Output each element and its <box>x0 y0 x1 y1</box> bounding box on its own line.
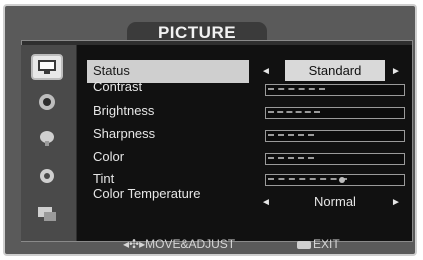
sidebar-item-setup[interactable] <box>31 163 63 189</box>
menu-title: PICTURE <box>127 22 267 42</box>
exit-hint: EXIT <box>297 237 340 251</box>
exit-icon <box>297 240 311 249</box>
color-temperature-label: Color Temperature <box>93 186 201 201</box>
tint-thumb[interactable] <box>339 177 345 183</box>
input-icon <box>38 207 56 221</box>
color-temp-left-arrow-icon[interactable]: ◄ <box>261 197 271 208</box>
color-temp-right-arrow-icon[interactable]: ► <box>391 197 401 208</box>
brightness-label: Brightness <box>93 103 155 118</box>
contrast-level <box>268 88 325 92</box>
tint-level <box>268 178 347 182</box>
satellite-icon <box>40 131 54 146</box>
status-label: Status <box>93 63 130 78</box>
status-value[interactable]: Standard <box>285 60 385 81</box>
brightness-level <box>268 111 320 115</box>
status-right-arrow-icon[interactable]: ► <box>391 66 401 77</box>
status-left-arrow-icon[interactable]: ◄ <box>261 66 271 77</box>
contrast-slider[interactable] <box>265 84 405 96</box>
color-temperature-value[interactable]: Normal <box>285 194 385 209</box>
sharpness-slider[interactable] <box>265 130 405 142</box>
footer: ◂✣▸MOVE&ADJUST EXIT <box>5 236 419 256</box>
osd-window: PICTURE Status ◄ Standard ► Contrast Bri… <box>3 4 417 256</box>
brightness-slider[interactable] <box>265 107 405 119</box>
exit-label: EXIT <box>313 237 340 251</box>
color-slider[interactable] <box>265 153 405 165</box>
menu-panel: Status ◄ Standard ► Contrast Brightness … <box>77 45 412 241</box>
sharpness-label: Sharpness <box>93 126 156 141</box>
sidebar-item-picture[interactable] <box>31 54 63 80</box>
monitor-icon <box>38 60 56 74</box>
sidebar-item-input[interactable] <box>31 201 63 227</box>
move-adjust-icon: ◂✣▸ <box>123 237 146 251</box>
color-level <box>268 157 314 161</box>
speaker-icon <box>39 94 55 110</box>
contrast-label: Contrast <box>93 79 143 94</box>
move-adjust-hint: ◂✣▸MOVE&ADJUST <box>123 237 235 251</box>
tint-label: Tint <box>93 171 115 186</box>
sidebar-item-channel[interactable] <box>31 125 63 151</box>
sharpness-level <box>268 134 314 138</box>
move-adjust-label: MOVE&ADJUST <box>145 237 236 251</box>
gear-icon <box>40 169 54 183</box>
tint-slider[interactable] <box>265 174 405 186</box>
sidebar <box>21 45 76 241</box>
color-label: Color <box>93 149 125 164</box>
sidebar-item-sound[interactable] <box>31 89 63 115</box>
